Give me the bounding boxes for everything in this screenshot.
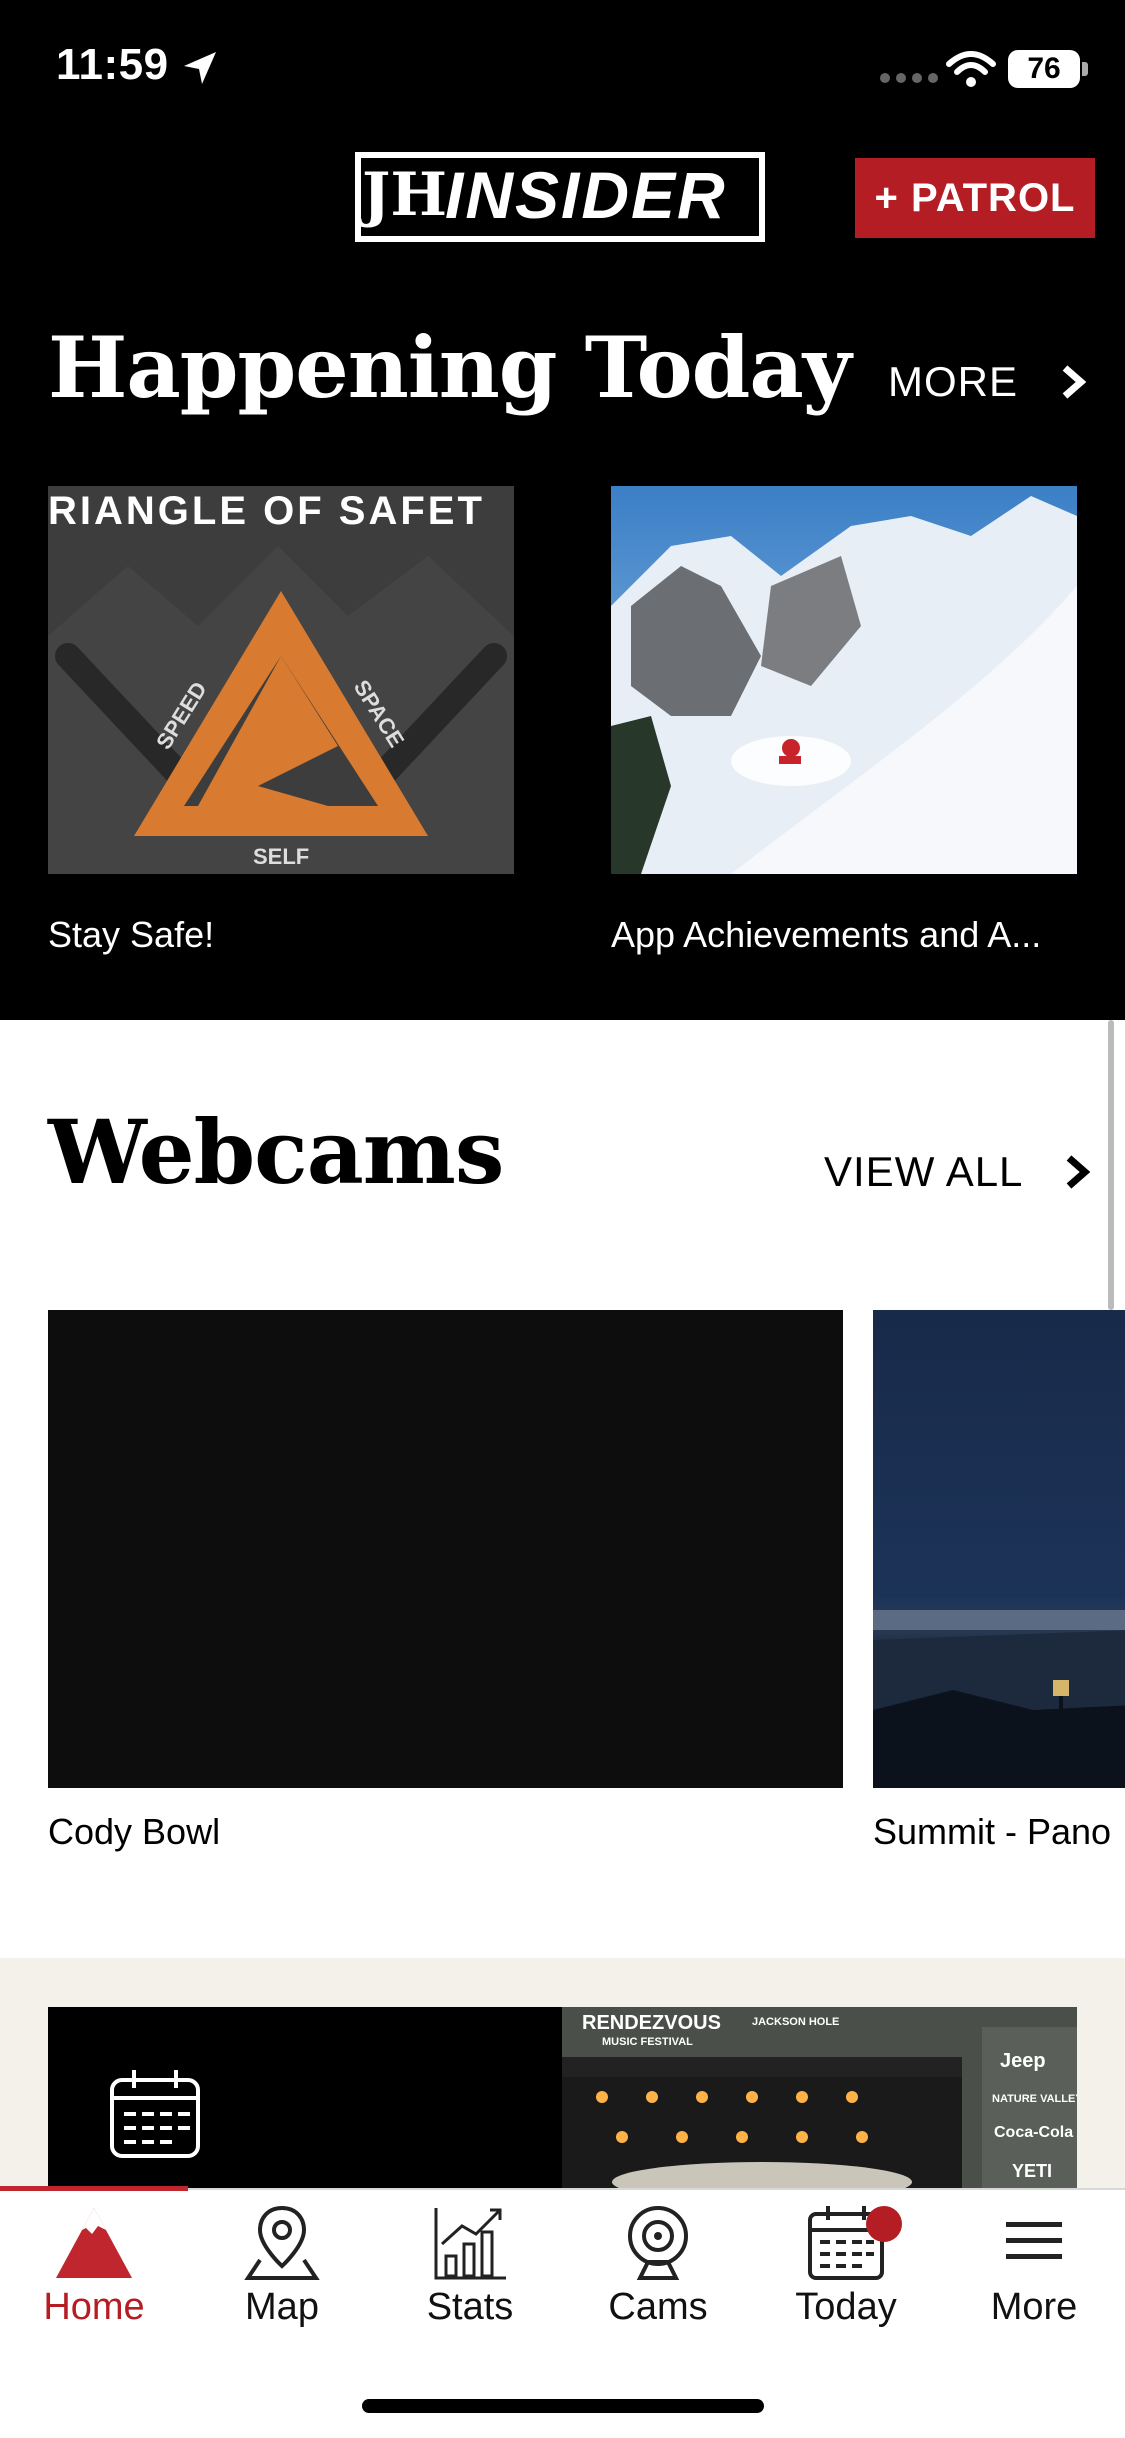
wifi-icon [946, 51, 996, 87]
map-pin-icon [244, 2205, 320, 2280]
tab-home[interactable]: Home [0, 2198, 188, 2338]
more-label: MORE [888, 358, 1018, 405]
event-card-caption[interactable]: Stay Safe! [48, 914, 214, 956]
tab-label: Stats [426, 2286, 514, 2328]
webcam-thumbnail-cody-bowl[interactable] [48, 1310, 843, 1788]
webcam-thumbnail-summit-pano[interactable] [873, 1310, 1125, 1788]
tab-label: Cams [608, 2286, 708, 2328]
tab-stats[interactable]: Stats [376, 2198, 564, 2338]
event-card-achievements-image[interactable] [611, 486, 1077, 874]
tab-label: Home [43, 2286, 145, 2328]
promo-text-jackson-hole: JACKSON HOLE [752, 2016, 839, 2028]
tab-map[interactable]: Map [188, 2198, 376, 2338]
webcam-caption[interactable]: Cody Bowl [48, 1811, 220, 1853]
stats-chart-icon [434, 2208, 506, 2280]
triangle-of-safety-graphic: SPEED SPACE SELF [48, 486, 514, 874]
summit-panorama-photo [873, 1610, 1125, 1788]
view-all-label: VIEW ALL [824, 1148, 1022, 1195]
battery-indicator: 76 [1008, 50, 1080, 88]
cellular-signal-icon [880, 70, 944, 88]
tab-label: Map [245, 2286, 319, 2328]
battery-cap [1082, 62, 1088, 76]
active-tab-indicator [0, 2186, 188, 2191]
tab-today[interactable]: Today [752, 2198, 940, 2338]
event-card-stay-safe-image[interactable]: SPEED SPACE SELF RIANGLE OF SAFET [48, 486, 514, 874]
event-card-caption[interactable]: App Achievements and A... [611, 914, 1041, 956]
promo-text-coca-cola: Coca-Cola [994, 2124, 1073, 2141]
tab-label: Today [795, 2286, 897, 2328]
tab-more[interactable]: More [940, 2198, 1125, 2338]
skier-photo [611, 486, 1077, 874]
stage-photo: RENDEZVOUS MUSIC FESTIVAL JACKSON HOLE J… [562, 2007, 1077, 2188]
tab-label: More [990, 2286, 1078, 2328]
more-link[interactable]: MORE [888, 358, 1091, 406]
mountain-icon [56, 2208, 132, 2278]
webcams-title: Webcams [48, 1100, 504, 1204]
music-festival-photo[interactable]: RENDEZVOUS MUSIC FESTIVAL JACKSON HOLE J… [562, 2007, 1077, 2188]
logo-text: INSIDER [445, 158, 727, 232]
status-time: 11:59 [56, 40, 169, 89]
happening-today-title: Happening Today [48, 318, 852, 417]
webcam-caption[interactable]: Summit - Pano [873, 1811, 1111, 1853]
home-indicator[interactable] [362, 2399, 764, 2413]
promo-text-rendezvous: RENDEZVOUS [582, 2012, 721, 2034]
promo-text-jeep: Jeep [1000, 2050, 1046, 2072]
scroll-indicator[interactable] [1108, 1020, 1114, 1310]
notification-badge [866, 2206, 902, 2242]
view-all-link[interactable]: VIEW ALL [824, 1148, 1095, 1196]
hamburger-menu-icon [1006, 2222, 1062, 2259]
promo-text-music-festival: MUSIC FESTIVAL [602, 2036, 693, 2048]
chevron-right-icon [1062, 365, 1086, 399]
location-arrow-icon [184, 52, 216, 84]
triangle-label-self: SELF [253, 844, 309, 869]
logo-mark: JH [362, 160, 448, 230]
webcam-icon [628, 2206, 688, 2280]
tab-cams[interactable]: Cams [564, 2198, 752, 2338]
promo-text-yeti: YETI [1012, 2161, 1052, 2181]
card-banner-text: RIANGLE OF SAFET [48, 489, 485, 533]
chevron-right-icon [1066, 1155, 1090, 1189]
promo-text-nature-valley: NATURE VALLEY [992, 2093, 1077, 2105]
calendar-icon [110, 2070, 200, 2158]
patrol-button[interactable]: + PATROL [855, 158, 1095, 238]
